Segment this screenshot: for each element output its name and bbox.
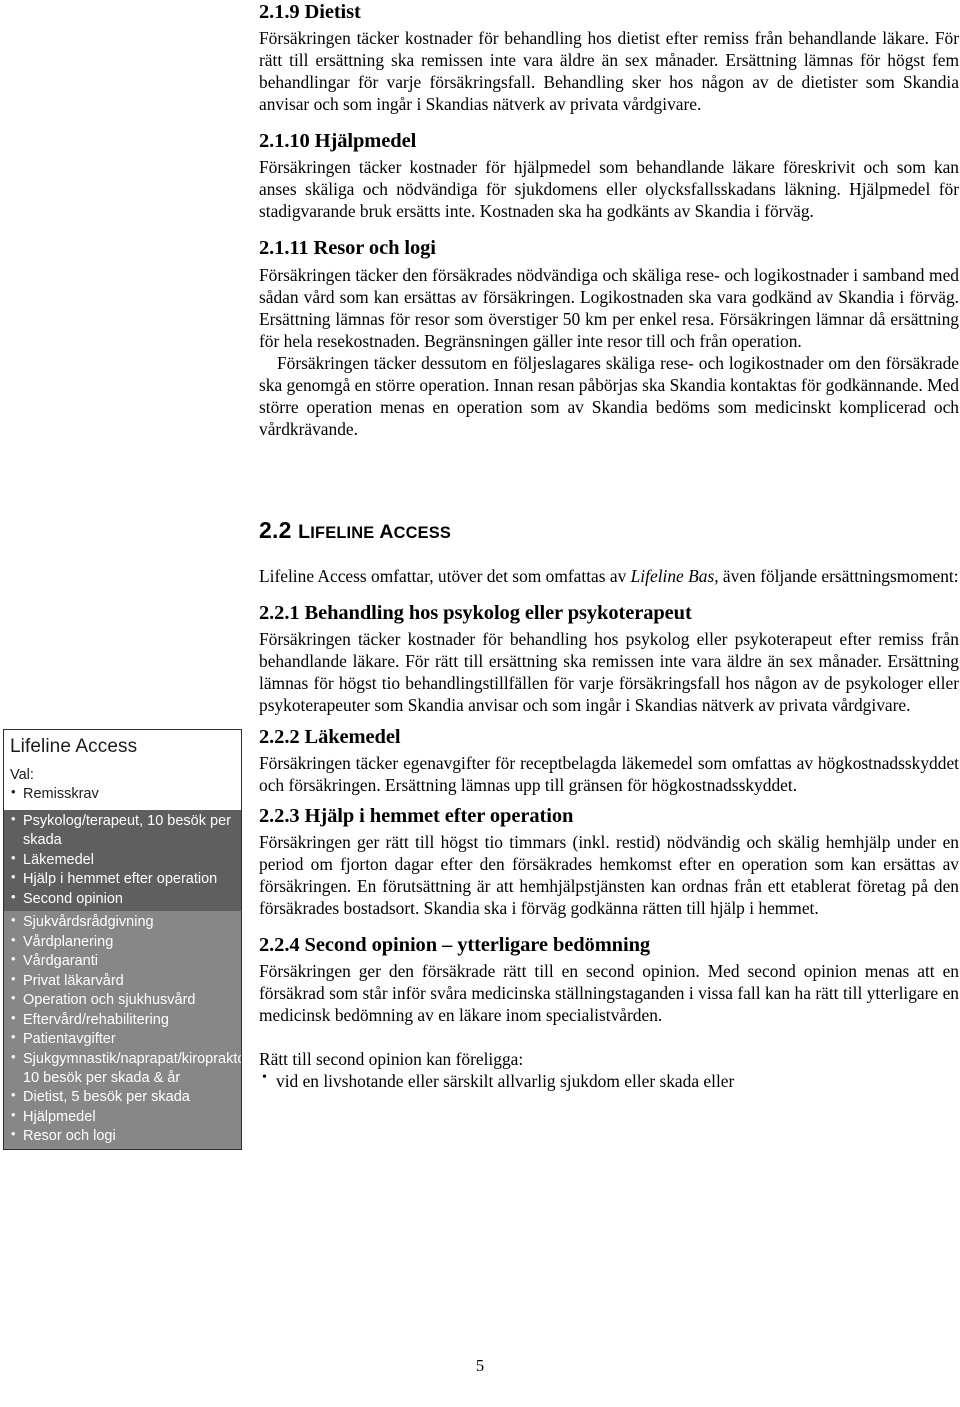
section-paragraph-2-2-3: Försäkringen ger rätt till högst tio tim… [259, 831, 959, 918]
chapter-number: 2.2 [259, 516, 292, 543]
list-item: Vårdgaranti [10, 951, 235, 971]
list-item: Hjälpmedel [10, 1107, 235, 1127]
list-item: Vårdplanering [10, 932, 235, 952]
section-paragraph-2-1-11-a: Försäkringen täcker den försäkrades nödv… [259, 264, 959, 351]
section-heading-2-2-2: 2.2.2 Läkemedel [259, 725, 401, 748]
section-heading-2-1-9: 2.1.9 Dietist [259, 1, 361, 23]
chapter-intro-part1: Lifeline Access omfattar, utöver det som… [259, 566, 631, 587]
list-item: Remisskrav [10, 784, 235, 804]
sidebar-dark-list: Psykolog/terapeut, 10 besök per skada Lä… [10, 811, 235, 909]
section-paragraph-2-1-10: Försäkringen täcker kostnader för hjälpm… [259, 157, 959, 222]
lifeline-access-sidebar-box: Lifeline Access Val: Remisskrav Psykolog… [3, 729, 242, 1150]
chapter-heading-2-2: 2.2 LIFELINE ACCESS [259, 516, 959, 543]
section-heading-2-2-4: 2.2.4 Second opinion – ytterligare bedöm… [259, 933, 651, 956]
list-item: Sjukgymnastik/naprapat/kiropraktor, 10 b… [10, 1049, 241, 1087]
sidebar-white-list: Remisskrav [10, 784, 235, 804]
sidebar-light-section: Sjukvårdsrådgivning Vårdplanering Vårdga… [4, 911, 241, 1149]
main-text-column: 2.1.9 Dietist Försäkringen täcker kostna… [259, 0, 959, 1092]
second-opinion-lead-in: Rätt till second opinion kan föreligga: [259, 1049, 524, 1070]
section-paragraph-2-2-1: Försäkringen täcker kostnader för behand… [259, 629, 959, 716]
chapter-intro-italic: Lifeline Bas, [630, 566, 719, 587]
chapter-intro-paragraph: Lifeline Access omfattar, utöver det som… [259, 565, 959, 587]
list-item: Resor och logi [10, 1126, 235, 1146]
section-paragraph-2-2-4: Försäkringen ger den försäkrade rätt til… [259, 961, 959, 1026]
section-heading-2-2-1: 2.2.1 Behandling hos psykolog eller psyk… [259, 602, 692, 625]
section-paragraph-2-1-11-b: Försäkringen täcker dessutom en följesla… [259, 352, 959, 439]
section-paragraph-2-1-9: Försäkringen täcker kostnader för behand… [259, 28, 959, 115]
list-item: Operation och sjukhusvård [10, 990, 235, 1010]
list-item: vid en livshotande eller särskilt allvar… [259, 1069, 959, 1092]
list-item: Psykolog/terapeut, 10 besök per skada [10, 811, 235, 849]
list-item: Hjälp i hemmet efter operation [10, 869, 235, 889]
document-page: 2.1.9 Dietist Försäkringen täcker kostna… [0, 0, 960, 1407]
section-paragraph-2-2-2: Försäkringen täcker egenavgifter för rec… [259, 752, 959, 795]
section-heading-2-2-3: 2.2.3 Hjälp i hemmet efter operation [259, 804, 574, 827]
list-item: Second opinion [10, 889, 235, 909]
sidebar-light-list: Sjukvårdsrådgivning Vårdplanering Vårdga… [10, 912, 241, 1146]
page-number: 5 [475, 1356, 485, 1375]
sidebar-dark-section: Psykolog/terapeut, 10 besök per skada Lä… [4, 810, 241, 912]
list-item: Patientavgifter [10, 1030, 235, 1049]
list-item: Sjukvårdsrådgivning [10, 912, 235, 932]
section-heading-2-1-11: 2.1.11 Resor och logi [259, 237, 436, 260]
list-item: Eftervård/rehabilitering [10, 1010, 235, 1030]
chapter-intro-part2: även följande ersättningsmoment: [718, 566, 959, 587]
sidebar-white-section: Lifeline Access Val: Remisskrav [4, 730, 241, 811]
sidebar-subtitle: Val: [10, 766, 34, 783]
list-item: Läkemedel [10, 850, 235, 870]
list-item: Dietist, 5 besök per skada [10, 1087, 235, 1107]
section-heading-2-1-10: 2.1.10 Hjälpmedel [259, 130, 417, 153]
second-opinion-bullet-list: vid en livshotande eller särskilt allvar… [259, 1069, 959, 1092]
chapter-title: LIFELINE ACCESS [298, 520, 451, 543]
list-item: Privat läkarvård [10, 971, 235, 991]
sidebar-title: Lifeline Access [10, 736, 138, 757]
